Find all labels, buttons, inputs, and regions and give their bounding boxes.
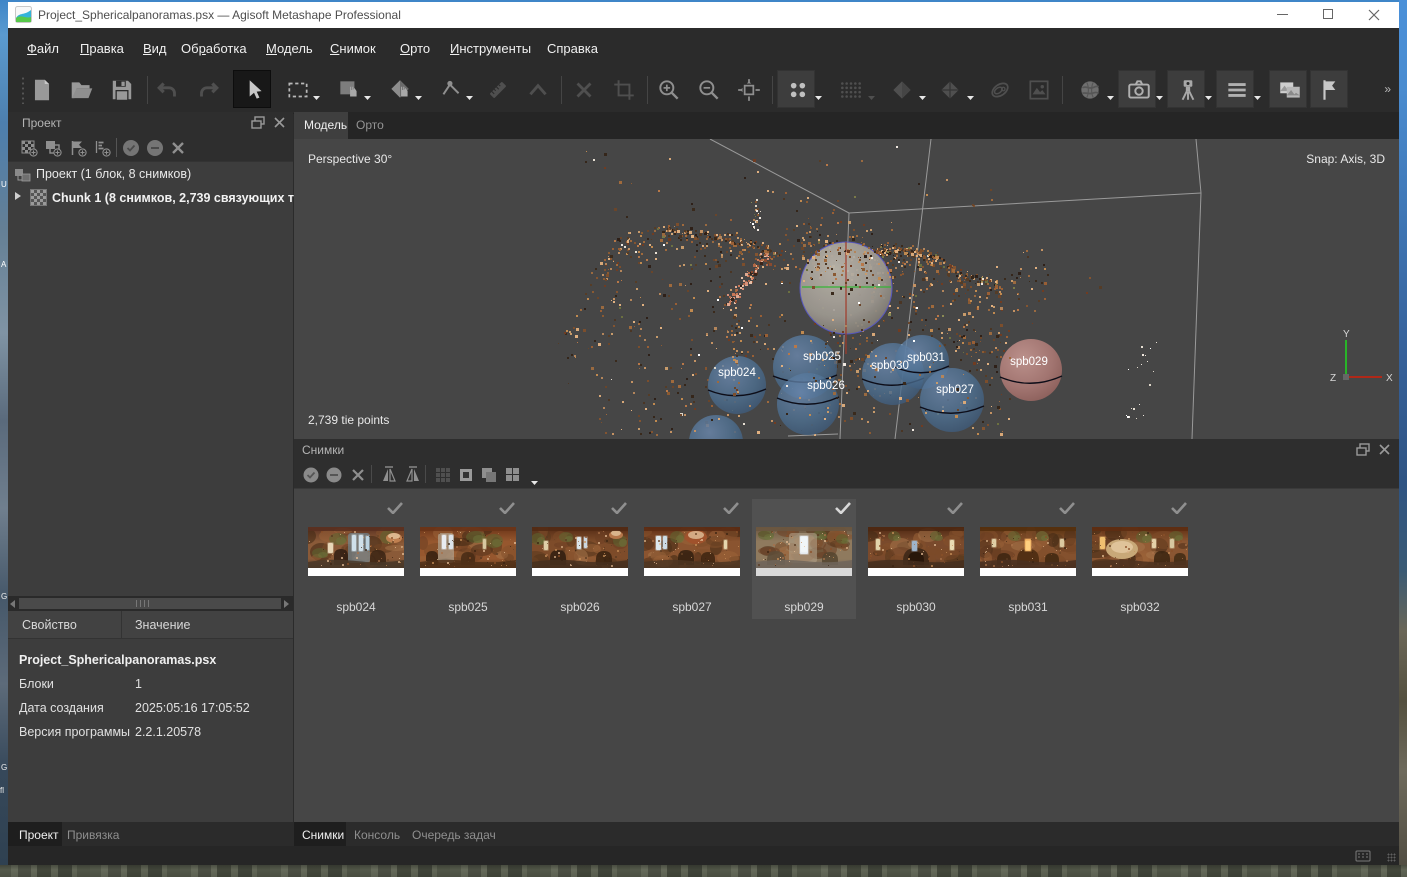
svg-text:Z: Z	[1330, 373, 1336, 384]
svg-text:X: X	[1386, 373, 1393, 384]
svg-text:spb026: spb026	[807, 380, 845, 392]
svg-text:spb029: spb029	[1010, 356, 1048, 368]
svg-text:spb024: spb024	[718, 367, 756, 379]
svg-text:spb025: spb025	[803, 351, 841, 363]
svg-text:spb031: spb031	[907, 352, 945, 364]
svg-text:spb027: spb027	[936, 384, 974, 396]
svg-text:spb030: spb030	[871, 360, 909, 372]
svg-text:Y: Y	[1343, 329, 1350, 340]
